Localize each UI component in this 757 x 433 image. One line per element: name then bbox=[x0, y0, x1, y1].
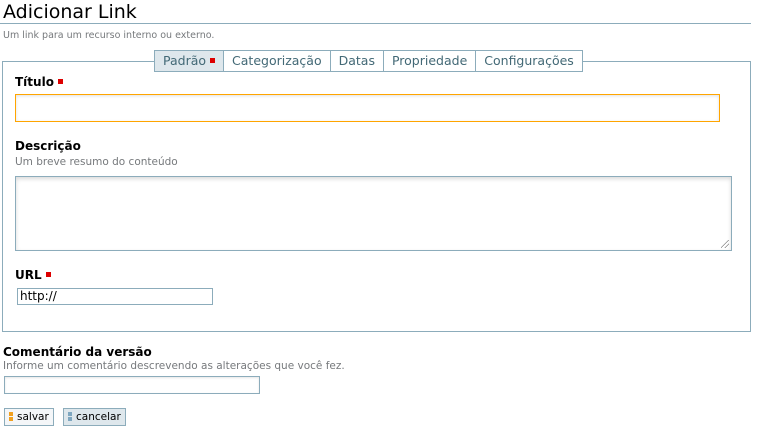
add-link-page: Adicionar Link Um link para um recurso i… bbox=[0, 0, 757, 433]
tab-padrao[interactable]: Padrão bbox=[155, 51, 225, 71]
cancel-button-label: cancelar bbox=[76, 411, 121, 423]
title-field-label: Título bbox=[15, 75, 63, 89]
url-input[interactable]: http:// bbox=[17, 288, 213, 305]
cancel-button[interactable]: cancelar bbox=[63, 408, 126, 426]
url-field-label-text: URL bbox=[15, 268, 42, 282]
required-marker-icon bbox=[57, 79, 63, 84]
page-title: Adicionar Link bbox=[3, 1, 137, 23]
tab-propriedade-label: Propriedade bbox=[391, 53, 468, 68]
description-field-label: Descrição bbox=[15, 139, 81, 153]
required-marker-icon bbox=[45, 272, 51, 277]
required-marker-icon bbox=[210, 58, 216, 63]
tab-datas[interactable]: Datas bbox=[331, 51, 384, 71]
comment-field-label: Comentário da versão bbox=[3, 345, 152, 359]
tab-categorizacao-label: Categorização bbox=[232, 53, 322, 68]
description-textarea[interactable] bbox=[15, 176, 732, 251]
title-divider bbox=[0, 23, 751, 24]
save-button[interactable]: salvar bbox=[4, 408, 54, 426]
page-description: Um link para um recurso interno ou exter… bbox=[3, 30, 215, 41]
tab-propriedade[interactable]: Propriedade bbox=[384, 51, 477, 71]
tab-categorizacao[interactable]: Categorização bbox=[224, 51, 331, 71]
cancel-icon bbox=[67, 412, 73, 422]
title-input[interactable] bbox=[15, 94, 720, 122]
form-tabs: Padrão Categorização Datas Propriedade C… bbox=[154, 50, 583, 72]
description-help: Um breve resumo do conteúdo bbox=[15, 156, 178, 168]
comment-help: Informe um comentário descrevendo as alt… bbox=[3, 360, 345, 372]
url-field-label: URL bbox=[15, 268, 51, 282]
tab-datas-label: Datas bbox=[338, 53, 375, 68]
save-icon bbox=[8, 412, 14, 422]
title-field-label-text: Título bbox=[15, 75, 54, 89]
resize-grip-icon[interactable] bbox=[721, 240, 729, 248]
tab-configuracoes-label: Configurações bbox=[484, 53, 574, 68]
tab-padrao-label: Padrão bbox=[163, 53, 207, 68]
save-button-label: salvar bbox=[17, 411, 49, 423]
comment-input[interactable] bbox=[4, 376, 260, 394]
tab-configuracoes[interactable]: Configurações bbox=[476, 51, 582, 71]
